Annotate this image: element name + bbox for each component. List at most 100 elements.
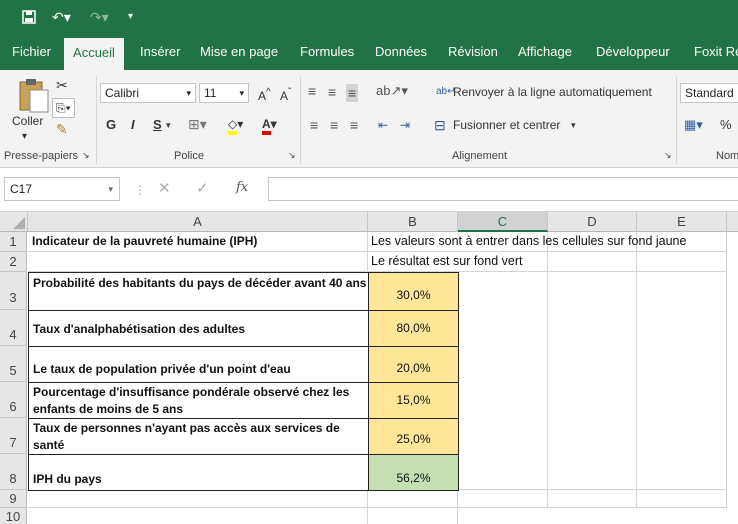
fill-color-icon[interactable]: ◇▾ xyxy=(228,115,243,135)
cell[interactable] xyxy=(637,272,727,490)
redo-icon[interactable]: ↷▾ xyxy=(90,0,109,34)
merge-center-button[interactable]: Fusionner et centrer xyxy=(453,116,560,134)
cell-a5[interactable]: Le taux de population privée d'un point … xyxy=(28,346,369,383)
customize-qat-icon[interactable]: ▾ xyxy=(128,0,133,34)
cell-b7[interactable]: 25,0% xyxy=(368,418,459,455)
tab-fichier[interactable]: Fichier xyxy=(12,34,51,70)
cell[interactable] xyxy=(548,490,637,508)
align-top-icon[interactable]: ≡ xyxy=(308,82,316,100)
align-bottom-icon[interactable]: ≡ xyxy=(346,84,359,102)
orientation-icon[interactable]: ab↗▾ xyxy=(376,82,408,100)
chevron-down-icon[interactable]: ▾ xyxy=(166,116,171,134)
underline-button[interactable]: S xyxy=(153,116,162,134)
alignment-launcher-icon[interactable]: ↘ xyxy=(664,150,672,161)
tab-donnees[interactable]: Données xyxy=(375,34,427,70)
cell[interactable] xyxy=(458,490,548,508)
insert-function-button[interactable]: fx xyxy=(236,179,248,197)
increase-indent-icon[interactable]: ⇥ xyxy=(400,116,410,134)
cell[interactable] xyxy=(637,490,727,508)
font-color-icon[interactable]: A▾ xyxy=(262,115,277,135)
tab-mise-en-page[interactable]: Mise en page xyxy=(200,34,278,70)
cell-b1[interactable]: Les valeurs sont à entrer dans les cellu… xyxy=(368,232,686,252)
column-header-a[interactable]: A xyxy=(28,212,368,232)
cut-icon[interactable]: ✂ xyxy=(56,76,68,94)
paste-button[interactable]: Coller xyxy=(12,112,43,130)
cell-b3[interactable]: 30,0% xyxy=(368,272,459,311)
row-header-7[interactable]: 7 xyxy=(0,418,27,454)
italic-button[interactable]: I xyxy=(131,116,135,134)
bold-button[interactable]: G xyxy=(106,116,116,134)
borders-icon[interactable]: ⊞▾ xyxy=(188,115,207,133)
cell-b4[interactable]: 80,0% xyxy=(368,310,459,347)
align-right-icon[interactable]: ≡ xyxy=(350,116,358,134)
cell-b8[interactable]: 56,2% xyxy=(368,454,459,491)
cell[interactable] xyxy=(548,272,637,490)
chevron-down-icon: ▾ xyxy=(186,88,191,98)
cell-a6[interactable]: Pourcentage d'insuffisance pondérale obs… xyxy=(28,382,369,419)
accounting-format-icon[interactable]: ▦▾ xyxy=(684,116,703,134)
tab-foxit[interactable]: Foxit Re xyxy=(694,34,738,70)
cell[interactable] xyxy=(28,508,368,524)
undo-icon[interactable]: ↶▾ xyxy=(52,0,71,34)
decrease-font-icon[interactable]: Aˇ xyxy=(280,84,291,105)
row-header-9[interactable]: 9 xyxy=(0,490,27,508)
cell[interactable] xyxy=(458,272,548,490)
font-name-box[interactable]: Calibri ▾ xyxy=(100,83,196,103)
tab-developpeur[interactable]: Développeur xyxy=(596,34,670,70)
cell[interactable] xyxy=(368,508,458,524)
number-format-box[interactable]: Standard xyxy=(680,83,738,103)
chevron-down-icon[interactable]: ▾ xyxy=(571,116,576,134)
select-all-corner[interactable] xyxy=(0,212,28,232)
cell-b6[interactable]: 15,0% xyxy=(368,382,459,419)
cell-a4[interactable]: Taux d'analphabétisation des adultes xyxy=(28,310,369,347)
cancel-icon[interactable]: ✕ xyxy=(158,180,171,198)
cell-a3[interactable]: Probabilité des habitants du pays de déc… xyxy=(28,272,369,311)
column-header-c[interactable]: C xyxy=(458,212,548,232)
row-header-6[interactable]: 6 xyxy=(0,382,27,418)
align-left-icon[interactable]: ≡ xyxy=(310,116,318,134)
cell-b2[interactable]: Le résultat est sur fond vert xyxy=(368,252,522,272)
font-size-box[interactable]: 11 ▾ xyxy=(199,83,249,103)
formula-input[interactable] xyxy=(268,177,738,201)
column-header-e[interactable]: E xyxy=(637,212,727,232)
column-header-b[interactable]: B xyxy=(368,212,458,232)
paste-icon[interactable] xyxy=(12,76,52,116)
wrap-text-button[interactable]: Renvoyer à la ligne automatiquement xyxy=(453,83,652,101)
column-header-f[interactable] xyxy=(727,212,738,232)
copy-icon[interactable]: ⎘▾ xyxy=(52,98,75,118)
row-header-8[interactable]: 8 xyxy=(0,454,27,490)
align-center-icon[interactable]: ≡ xyxy=(330,116,338,134)
name-box[interactable]: C17 ▾ xyxy=(4,177,120,201)
tab-accueil[interactable]: Accueil xyxy=(64,38,124,70)
cell[interactable] xyxy=(637,252,727,272)
align-middle-icon[interactable]: ≡ xyxy=(328,83,336,101)
row-header-5[interactable]: 5 xyxy=(0,346,27,382)
percent-button[interactable]: % xyxy=(720,116,732,134)
row-header-1[interactable]: 1 xyxy=(0,232,27,252)
tab-affichage[interactable]: Affichage xyxy=(518,34,572,70)
enter-icon[interactable]: ✓ xyxy=(196,180,209,198)
row-header-10[interactable]: 10 xyxy=(0,508,27,524)
row-header-4[interactable]: 4 xyxy=(0,310,27,346)
tab-revision[interactable]: Révision xyxy=(448,34,498,70)
row-header-3[interactable]: 3 xyxy=(0,272,27,310)
column-header-d[interactable]: D xyxy=(548,212,637,232)
cell[interactable] xyxy=(28,490,368,508)
save-icon[interactable] xyxy=(22,0,36,36)
font-launcher-icon[interactable]: ↘ xyxy=(288,150,296,161)
cell[interactable] xyxy=(28,252,368,272)
format-painter-icon[interactable]: ✎ xyxy=(56,120,68,138)
clipboard-launcher-icon[interactable]: ↘ xyxy=(82,150,90,161)
cell-a8[interactable]: IPH du pays xyxy=(28,454,369,491)
tab-inserer[interactable]: Insérer xyxy=(140,34,180,70)
cell[interactable] xyxy=(368,490,458,508)
tab-formules[interactable]: Formules xyxy=(300,34,354,70)
cell-a1[interactable]: Indicateur de la pauvreté humaine (IPH) xyxy=(28,232,368,252)
increase-font-icon[interactable]: A^ xyxy=(258,84,271,105)
cell[interactable] xyxy=(548,252,637,272)
decrease-indent-icon[interactable]: ⇤ xyxy=(378,116,388,134)
paste-dropdown-icon[interactable]: ▾ xyxy=(22,128,27,146)
cell-b5[interactable]: 20,0% xyxy=(368,346,459,383)
row-header-2[interactable]: 2 xyxy=(0,252,27,272)
cell-a7[interactable]: Taux de personnes n'ayant pas accès aux … xyxy=(28,418,369,455)
